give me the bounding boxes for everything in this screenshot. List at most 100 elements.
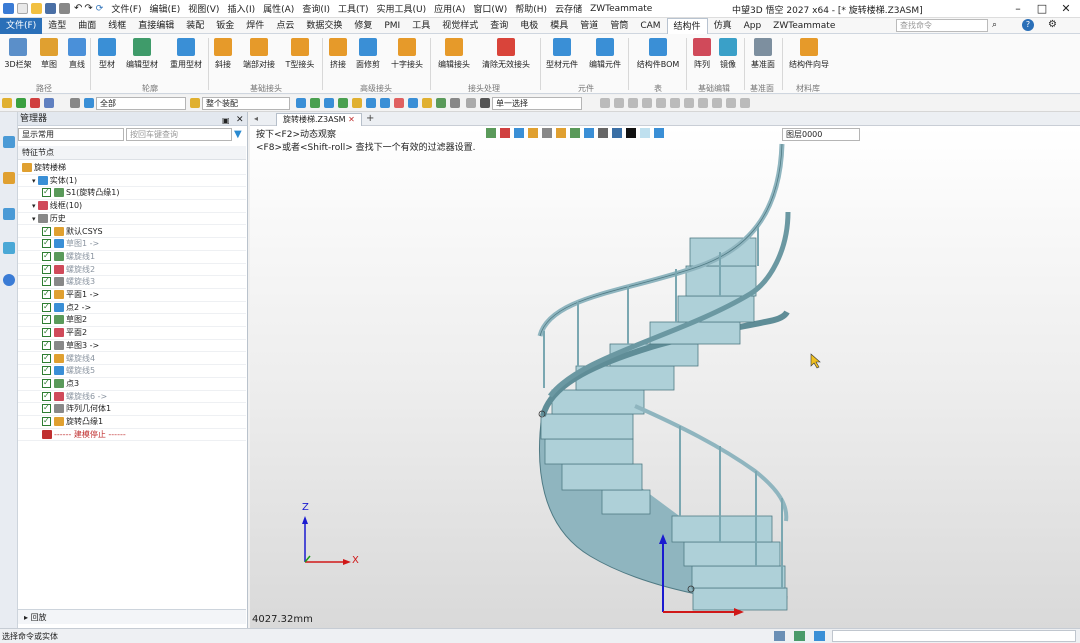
status-window-icon[interactable] <box>814 631 825 641</box>
node-checkbox[interactable] <box>42 186 51 199</box>
pick-plane-icon[interactable] <box>408 98 418 108</box>
snap-mid-icon[interactable] <box>628 98 638 108</box>
maximize-icon[interactable]: □ <box>1034 1 1050 17</box>
node-checkbox[interactable] <box>42 326 51 339</box>
tab-modeling[interactable]: 造型 <box>42 18 72 34</box>
tree-node[interactable]: 点2 -> <box>18 301 246 315</box>
clear-invalid-joint-button[interactable]: 清除无效接头 <box>478 38 534 70</box>
node-checkbox[interactable] <box>42 364 51 377</box>
end-butt-button[interactable]: 端部对接 <box>240 38 278 70</box>
tab-inquiry[interactable]: 查询 <box>484 18 514 34</box>
select-mode-combo[interactable]: 单一选择 <box>492 97 582 110</box>
snap-icon[interactable] <box>600 98 610 108</box>
tab-weldment[interactable]: 焊件 <box>240 18 270 34</box>
line-button[interactable]: 直线 <box>64 38 90 70</box>
add-icon[interactable] <box>16 98 26 108</box>
close-panel-icon[interactable]: ✕ <box>236 113 244 127</box>
tab-teammate[interactable]: ZWTeammate <box>767 18 841 34</box>
tree-node[interactable]: 螺旋线5 <box>18 364 246 378</box>
menu-window[interactable]: 窗口(W) <box>473 2 507 15</box>
pick-sketch-icon[interactable] <box>380 98 390 108</box>
tree-node[interactable]: ▾ 实体(1) <box>18 175 246 188</box>
command-input[interactable] <box>832 630 1076 642</box>
menu-help[interactable]: 帮助(H) <box>515 2 547 15</box>
tab-direct-edit[interactable]: 直接编辑 <box>132 18 180 34</box>
node-checkbox[interactable] <box>42 377 51 390</box>
reuse-profile-button[interactable]: 重用型材 <box>166 38 206 70</box>
edit-component-button[interactable]: 编辑元件 <box>586 38 624 70</box>
menu-cloud[interactable]: 云存储 <box>555 2 582 15</box>
node-expander[interactable]: ▾ <box>32 215 38 223</box>
tree-search-input[interactable]: 按回车键查询 <box>126 128 232 141</box>
pick-point-icon[interactable] <box>296 98 306 108</box>
node-checkbox[interactable] <box>42 402 51 415</box>
snap-quad-icon[interactable] <box>712 98 722 108</box>
menu-utilities[interactable]: 实用工具(U) <box>377 2 427 15</box>
snap-end-icon[interactable] <box>614 98 624 108</box>
tree-node[interactable]: 阵列几何体1 <box>18 402 246 416</box>
sketch-button[interactable]: 草图 <box>36 38 62 70</box>
tab-cam[interactable]: CAM <box>634 18 666 34</box>
node-checkbox[interactable] <box>42 390 51 402</box>
menu-apps[interactable]: 应用(A) <box>434 2 465 15</box>
tree-node[interactable]: 螺旋线4 <box>18 352 246 366</box>
menu-insert[interactable]: 插入(I) <box>227 2 255 15</box>
node-checkbox[interactable] <box>42 263 51 275</box>
pick-curve-icon[interactable] <box>310 98 320 108</box>
new-file-icon[interactable] <box>17 3 28 14</box>
node-expander[interactable]: ▾ <box>32 177 38 185</box>
reset-icon[interactable] <box>466 98 476 108</box>
tree-node[interactable]: 螺旋线3 <box>18 275 246 289</box>
tree-node[interactable]: 默认CSYS <box>18 225 246 239</box>
open-folder-icon[interactable] <box>31 3 42 14</box>
tree-node[interactable]: ▾ 线框(10) <box>18 200 246 213</box>
node-checkbox[interactable] <box>42 352 51 364</box>
tab-scroll-icon[interactable]: ◂ <box>254 114 258 123</box>
close-icon[interactable]: ✕ <box>1058 1 1074 17</box>
tab-electrode[interactable]: 电极 <box>514 18 544 34</box>
minimize-icon[interactable]: – <box>1010 1 1026 17</box>
snap-line-icon[interactable] <box>642 98 652 108</box>
datum-plane-button[interactable]: 基准面 <box>748 38 778 70</box>
profile-component-button[interactable]: 型材元件 <box>544 38 580 70</box>
search-icon[interactable]: ⌕ <box>992 20 997 30</box>
tree-node[interactable]: 旋转楼梯 <box>18 162 246 175</box>
print-icon[interactable] <box>59 3 70 14</box>
tree-node[interactable]: 平面2 <box>18 326 246 340</box>
tab-piping[interactable]: 管道 <box>574 18 604 34</box>
tree-node[interactable]: 平面1 -> <box>18 288 246 302</box>
menu-view[interactable]: 视图(V) <box>188 2 219 15</box>
tree-node[interactable]: 草图1 -> <box>18 237 246 251</box>
profile-button[interactable]: 型材 <box>94 38 120 70</box>
pick-datum-icon[interactable] <box>394 98 404 108</box>
node-checkbox[interactable] <box>42 339 51 351</box>
pick-edge-icon[interactable] <box>338 98 348 108</box>
remove-icon[interactable] <box>30 98 40 108</box>
tab-data-exchange[interactable]: 数据交换 <box>300 18 348 34</box>
tree-node[interactable]: 螺旋线1 <box>18 250 246 264</box>
pick-feature-icon[interactable] <box>422 98 432 108</box>
structural-bom-button[interactable]: 结构件BOM <box>634 38 682 70</box>
pattern-button[interactable]: 阵列 <box>690 38 714 70</box>
structural-wizard-button[interactable]: 结构件向导 <box>786 38 832 70</box>
user-icon[interactable] <box>3 274 15 286</box>
3d-frame-button[interactable]: 3D栏架 <box>2 38 34 70</box>
pin-panel-icon[interactable]: ▣ <box>222 114 230 128</box>
node-checkbox[interactable] <box>42 275 51 288</box>
graphics-viewport[interactable]: 按下<F2>动态观察 <F8>或者<Shift-roll> 查找下一个有效的过滤… <box>250 126 1080 628</box>
tab-wireframe[interactable]: 线框 <box>102 18 132 34</box>
node-checkbox[interactable] <box>42 237 51 250</box>
tree-node[interactable]: 螺旋线2 <box>18 263 246 277</box>
manager-icon[interactable] <box>3 136 15 148</box>
display-filter-combo[interactable]: 显示常用 <box>18 128 124 141</box>
tree-node[interactable]: 点3 <box>18 377 246 391</box>
node-checkbox[interactable] <box>42 415 51 428</box>
tab-mold[interactable]: 模具 <box>544 18 574 34</box>
menu-edit[interactable]: 编辑(E) <box>150 2 181 15</box>
t-joint-button[interactable]: T型接头 <box>282 38 318 70</box>
doc-tab-active[interactable]: 旋转楼梯.Z3ASM ✕ <box>276 113 362 126</box>
node-checkbox[interactable] <box>42 301 51 313</box>
status-grid-icon[interactable] <box>774 631 785 641</box>
node-checkbox[interactable] <box>42 225 51 237</box>
search-input[interactable]: 查找命令 <box>896 19 988 32</box>
